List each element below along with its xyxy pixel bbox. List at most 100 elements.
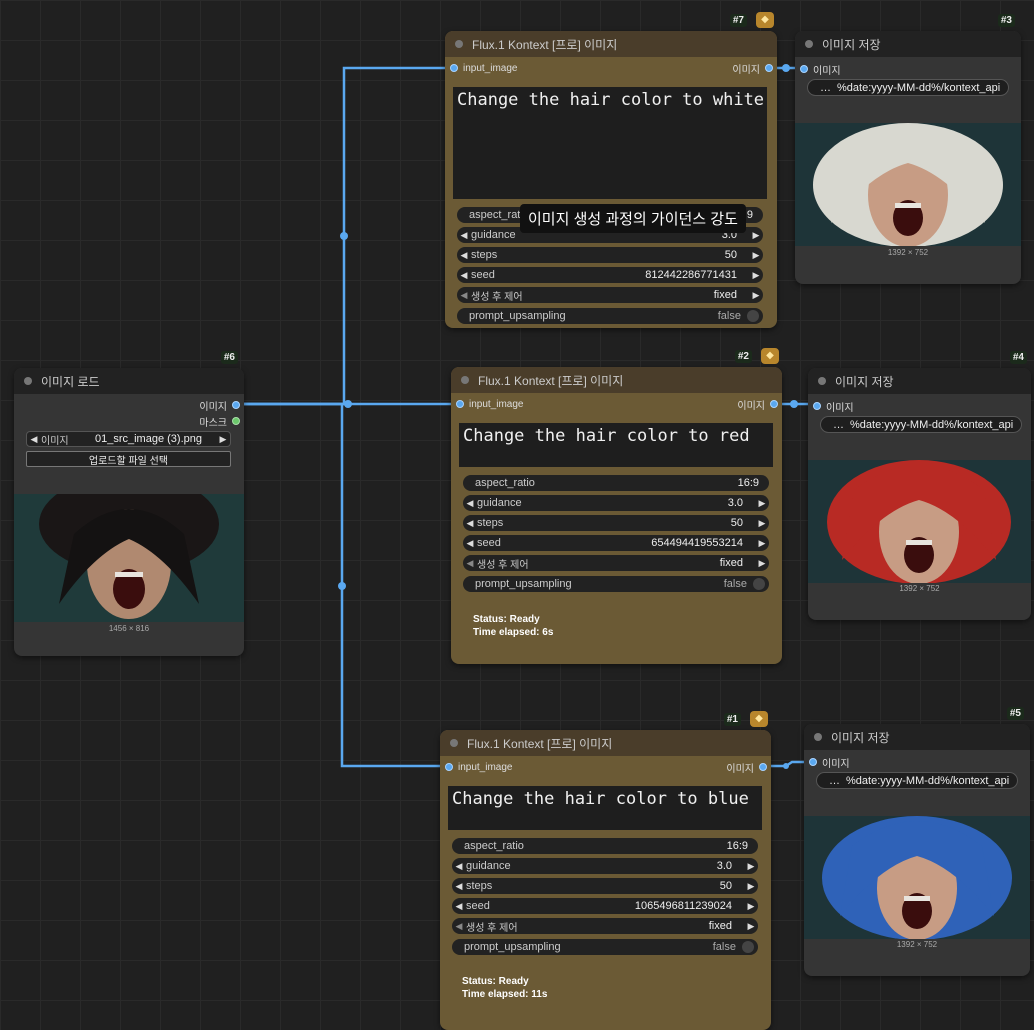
prompt-upsampling-toggle[interactable]: prompt_upsampling false	[457, 308, 763, 324]
filename-prefix-input[interactable]: … %date:yyyy-MM-dd%/kontext_api	[816, 772, 1018, 789]
control-after-generate-widget[interactable]: ◀ 생성 후 제어 fixed ▶	[452, 918, 758, 934]
filename-prefix-input[interactable]: … %date:yyyy-MM-dd%/kontext_api	[807, 79, 1009, 96]
time-elapsed-line: Time elapsed: 6s	[473, 627, 554, 638]
arrow-right-icon[interactable]: ▶	[749, 250, 763, 261]
input-image-slot[interactable]: 이미지	[800, 62, 841, 77]
upload-button[interactable]: 업로드할 파일 선택	[26, 451, 231, 467]
collapse-dot-icon[interactable]	[455, 40, 463, 48]
output-dot-icon[interactable]	[770, 400, 778, 408]
toggle-knob-icon[interactable]	[747, 310, 759, 322]
output-mask-slot[interactable]: 마스크	[199, 414, 240, 429]
save-image-node[interactable]: #4 이미지 저장 이미지 … %date:yyyy-MM-dd%/kontex…	[808, 351, 1031, 620]
flux-kontext-node[interactable]: #7 ◆ Flux.1 Kontext [프로] 이미지 input_image…	[445, 12, 777, 328]
seed-widget[interactable]: ◀ seed 1065496811239024 ▶	[452, 898, 758, 914]
input-dot-icon[interactable]	[813, 402, 821, 410]
node-header[interactable]: Flux.1 Kontext [프로] 이미지	[445, 31, 777, 57]
input-dot-icon[interactable]	[450, 64, 458, 72]
arrow-right-icon[interactable]: ▶	[744, 881, 758, 892]
arrow-left-icon[interactable]: ◀	[457, 270, 471, 281]
arrow-left-icon[interactable]: ◀	[452, 881, 466, 892]
image-combo[interactable]: ◀ 이미지 01_src_image (3).png ▶	[26, 431, 231, 447]
flux-kontext-node[interactable]: #2 ◆ Flux.1 Kontext [프로] 이미지 input_image…	[451, 348, 782, 664]
collapse-dot-icon[interactable]	[24, 377, 32, 385]
arrow-right-icon[interactable]: ▶	[755, 498, 769, 509]
prompt-textarea[interactable]: Change the hair color to red	[459, 423, 773, 467]
arrow-right-icon[interactable]: ▶	[744, 921, 758, 932]
prompt-upsampling-toggle[interactable]: prompt_upsampling false	[463, 576, 769, 592]
steps-widget[interactable]: ◀ steps 50 ▶	[452, 878, 758, 894]
aspect-ratio-widget[interactable]: aspect_ratio 16:9	[463, 475, 769, 491]
ellipsis-text: …	[829, 774, 840, 787]
output-dot-icon[interactable]	[765, 64, 773, 72]
filename-prefix-input[interactable]: … %date:yyyy-MM-dd%/kontext_api	[820, 416, 1022, 433]
input-dot-icon[interactable]	[800, 65, 808, 73]
output-image-slot[interactable]: 이미지	[726, 760, 767, 775]
input-image-slot[interactable]: 이미지	[813, 399, 854, 414]
guidance-widget[interactable]: ◀ guidance 3.0 ▶	[463, 495, 769, 511]
output-image-slot[interactable]: 이미지	[737, 397, 778, 412]
output-image-slot[interactable]: 이미지	[732, 61, 773, 76]
input-image-slot[interactable]: input_image	[445, 760, 512, 774]
node-header[interactable]: 이미지 저장	[804, 724, 1030, 750]
arrow-right-icon[interactable]: ▶	[749, 270, 763, 281]
node-header[interactable]: 이미지 저장	[795, 31, 1021, 57]
arrow-left-icon[interactable]: ◀	[27, 434, 41, 445]
collapse-dot-icon[interactable]	[818, 377, 826, 385]
seed-widget[interactable]: ◀ seed 812442286771431 ▶	[457, 267, 763, 283]
node-header[interactable]: 이미지 저장	[808, 368, 1031, 394]
arrow-right-icon[interactable]: ▶	[749, 290, 763, 301]
collapse-dot-icon[interactable]	[461, 376, 469, 384]
output-image-slot[interactable]: 이미지	[199, 398, 240, 413]
aspect-ratio-widget[interactable]: aspect_ratio 16:9	[452, 838, 758, 854]
collapse-dot-icon[interactable]	[805, 40, 813, 48]
arrow-right-icon[interactable]: ▶	[755, 518, 769, 529]
arrow-left-icon[interactable]: ◀	[463, 558, 477, 569]
input-dot-icon[interactable]	[456, 400, 464, 408]
input-dot-icon[interactable]	[809, 758, 817, 766]
arrow-right-icon[interactable]: ▶	[744, 901, 758, 912]
output-dot-icon[interactable]	[232, 401, 240, 409]
widget-value: 50	[724, 249, 737, 261]
save-image-node[interactable]: #3 이미지 저장 이미지 … %date:yyyy-MM-dd%/kontex…	[795, 14, 1021, 284]
seed-widget[interactable]: ◀ seed 654494419553214 ▶	[463, 535, 769, 551]
prompt-textarea[interactable]: Change the hair color to blue	[448, 786, 762, 830]
input-dot-icon[interactable]	[445, 763, 453, 771]
arrow-right-icon[interactable]: ▶	[749, 230, 763, 241]
arrow-left-icon[interactable]: ◀	[452, 861, 466, 872]
input-image-slot[interactable]: 이미지	[809, 755, 850, 770]
steps-widget[interactable]: ◀ steps 50 ▶	[457, 247, 763, 263]
prompt-textarea[interactable]: Change the hair color to white	[453, 87, 767, 199]
arrow-left-icon[interactable]: ◀	[463, 538, 477, 549]
arrow-left-icon[interactable]: ◀	[452, 921, 466, 932]
control-after-generate-widget[interactable]: ◀ 생성 후 제어 fixed ▶	[463, 555, 769, 571]
node-header[interactable]: 이미지 로드	[14, 368, 244, 394]
arrow-left-icon[interactable]: ◀	[457, 230, 471, 241]
arrow-right-icon[interactable]: ▶	[744, 861, 758, 872]
save-image-node[interactable]: #5 이미지 저장 이미지 … %date:yyyy-MM-dd%/kontex…	[804, 707, 1030, 976]
arrow-left-icon[interactable]: ◀	[457, 290, 471, 301]
steps-widget[interactable]: ◀ steps 50 ▶	[463, 515, 769, 531]
load-image-node[interactable]: #6 이미지 로드 이미지 마스크 ◀ 이미지 01_src_image (3)…	[14, 351, 244, 656]
output-dot-icon[interactable]	[759, 763, 767, 771]
collapse-dot-icon[interactable]	[814, 733, 822, 741]
prompt-upsampling-toggle[interactable]: prompt_upsampling false	[452, 939, 758, 955]
node-header[interactable]: Flux.1 Kontext [프로] 이미지	[440, 730, 771, 756]
arrow-left-icon[interactable]: ◀	[463, 498, 477, 509]
arrow-left-icon[interactable]: ◀	[452, 901, 466, 912]
arrow-right-icon[interactable]: ▶	[216, 434, 230, 445]
arrow-right-icon[interactable]: ▶	[755, 558, 769, 569]
guidance-widget[interactable]: ◀ guidance 3.0 ▶	[452, 858, 758, 874]
control-after-generate-widget[interactable]: ◀ 생성 후 제어 fixed ▶	[457, 287, 763, 303]
graph-canvas[interactable]: #6 이미지 로드 이미지 마스크 ◀ 이미지 01_src_image (3)…	[0, 0, 1034, 1030]
arrow-left-icon[interactable]: ◀	[457, 250, 471, 261]
output-dot-icon[interactable]	[232, 417, 240, 425]
arrow-left-icon[interactable]: ◀	[463, 518, 477, 529]
collapse-dot-icon[interactable]	[450, 739, 458, 747]
flux-kontext-node[interactable]: #1 ◆ Flux.1 Kontext [프로] 이미지 input_image…	[440, 711, 771, 1030]
toggle-knob-icon[interactable]	[753, 578, 765, 590]
node-header[interactable]: Flux.1 Kontext [프로] 이미지	[451, 367, 782, 393]
input-image-slot[interactable]: input_image	[450, 61, 517, 75]
arrow-right-icon[interactable]: ▶	[755, 538, 769, 549]
input-image-slot[interactable]: input_image	[456, 397, 523, 411]
toggle-knob-icon[interactable]	[742, 941, 754, 953]
